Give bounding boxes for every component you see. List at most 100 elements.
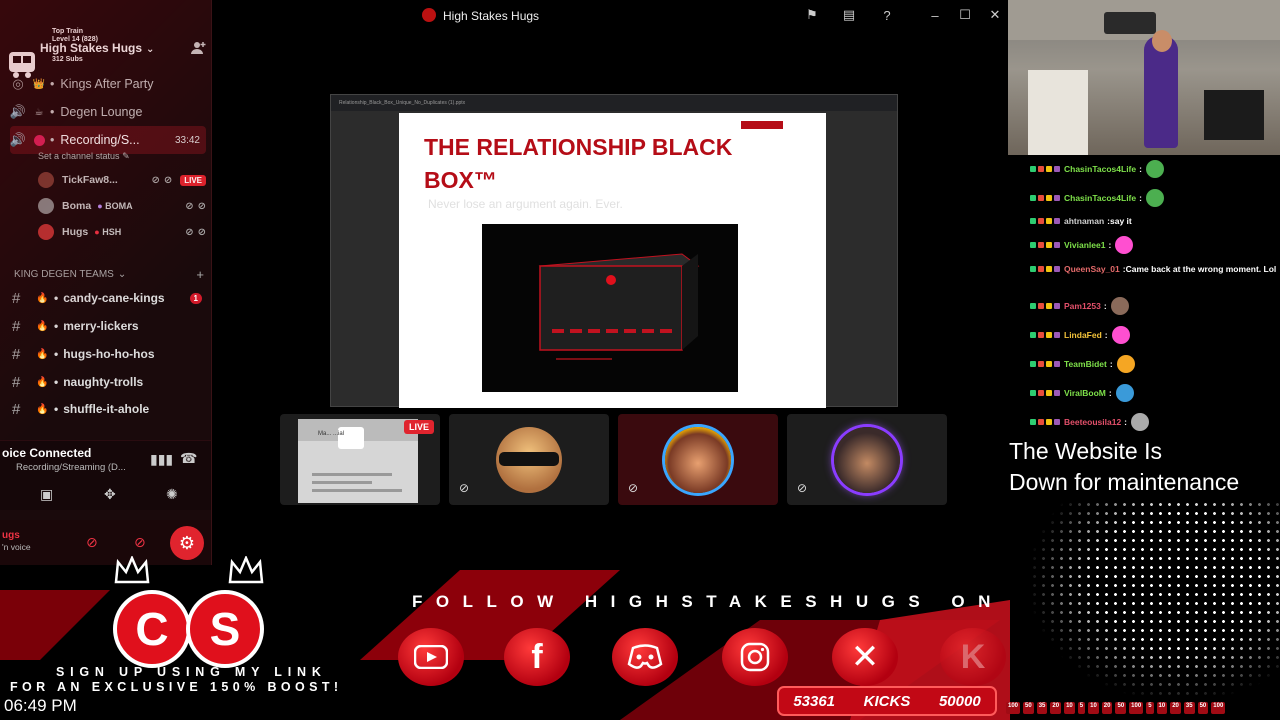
minimize-icon[interactable]: –	[927, 7, 943, 23]
badge-icon	[1054, 390, 1060, 396]
text-channel[interactable]: # 🔥 • hugs-ho-ho-hos	[12, 342, 206, 366]
participant-tile[interactable]: ⊘	[449, 414, 609, 505]
chat-message: ahtnaman: say it	[1030, 215, 1280, 228]
badge-icon	[1038, 419, 1044, 425]
badge-icon	[1046, 390, 1052, 396]
chat-username[interactable]: Pam1253	[1064, 300, 1101, 313]
x-button[interactable]: ✕	[832, 628, 898, 686]
channel-kings-after-party[interactable]: ◎ 👑 • Kings After Party	[10, 72, 206, 96]
facebook-button[interactable]: f	[504, 628, 570, 686]
server-tag: ● BOMA	[97, 201, 133, 211]
participant-tile[interactable]: ⊘	[787, 414, 947, 505]
chat-badges	[1030, 218, 1060, 224]
chat-username[interactable]: TeamBidet	[1064, 358, 1107, 371]
chat-username[interactable]: ChasinTacos4Life	[1064, 192, 1136, 205]
chat-username[interactable]: LindaFed	[1064, 329, 1102, 342]
channel-recording-streaming[interactable]: 🔊 • Recording/S... 33:42	[10, 126, 206, 154]
chat-username[interactable]: ChasinTacos4Life	[1064, 163, 1136, 176]
x-icon: ✕	[850, 638, 880, 676]
chat-badges	[1030, 266, 1060, 272]
avatar	[38, 224, 54, 240]
stream-preview: Ma... ...ial	[298, 419, 418, 503]
category-king-degen-teams[interactable]: KING DEGEN TEAMS ⌄ +	[14, 267, 204, 282]
activities-icon[interactable]: ✥	[104, 486, 116, 503]
server-name[interactable]: High Stakes Hugs ⌄	[40, 41, 154, 55]
disconnect-icon[interactable]: ☎	[180, 450, 197, 467]
screen-share-icon[interactable]: ▣	[40, 486, 53, 503]
chat-badges	[1030, 195, 1060, 201]
voice-user[interactable]: TickFaw8... ⊘ ⊘ LIVE	[38, 169, 206, 191]
ticker-value: 100	[1211, 702, 1226, 714]
badge-icon	[1054, 361, 1060, 367]
soundboard-icon[interactable]: ✺	[166, 486, 178, 503]
inbox-icon[interactable]: ▤	[841, 7, 857, 23]
chat-username[interactable]: QueenSay_01	[1064, 263, 1120, 276]
chat-badges	[1030, 419, 1060, 425]
hash-icon: #	[12, 400, 21, 418]
ticker-value: 35	[1183, 702, 1195, 714]
live-badge: LIVE	[403, 420, 434, 434]
flag-icon[interactable]: ⚑	[804, 7, 820, 23]
badge-icon	[1038, 390, 1044, 396]
set-channel-status[interactable]: Set a channel status ✎	[38, 151, 130, 162]
chat-message: Vivianlee1:	[1030, 236, 1280, 254]
instagram-button[interactable]	[722, 628, 788, 686]
maintenance-notice: The Website Is Down for maintenance	[1009, 436, 1239, 498]
youtube-button[interactable]	[398, 628, 464, 686]
add-member-icon[interactable]	[190, 40, 206, 56]
help-icon[interactable]: ?	[879, 7, 895, 23]
voice-user[interactable]: Boma ● BOMA ⊘ ⊘	[38, 195, 206, 217]
participant-tile[interactable]: ⊘	[618, 414, 778, 505]
ticker-value: 50	[1115, 702, 1127, 714]
badge-icon	[1030, 218, 1036, 224]
chat-username[interactable]: ViralBooM	[1064, 387, 1106, 400]
slide-subtitle: Never lose an argument again. Ever.	[428, 197, 623, 211]
ticker-value: 20	[1101, 702, 1113, 714]
kicks-current: 53361	[793, 692, 836, 710]
text-channel[interactable]: # 🔥 • candy-cane-kings 1	[12, 286, 206, 310]
voice-user[interactable]: Hugs ● HSH ⊘ ⊘	[38, 221, 206, 243]
text-channel[interactable]: # 🔥 • shuffle-it-ahole	[12, 397, 206, 421]
channel-degen-lounge[interactable]: 🔊 ☕ • Degen Lounge	[10, 100, 206, 124]
badge-icon	[1030, 195, 1036, 201]
mic-muted-icon[interactable]: ⊘	[86, 534, 98, 551]
hash-icon: #	[12, 373, 21, 391]
badge-icon	[1046, 195, 1052, 201]
furniture	[1204, 90, 1264, 140]
voice-channel-link[interactable]: Recording/Streaming (D...	[16, 462, 126, 473]
badge-icon	[1038, 195, 1044, 201]
participant-tile-stream[interactable]: Ma... ...ial LIVE	[280, 414, 440, 505]
discord-button[interactable]	[612, 628, 678, 686]
chat-username[interactable]: Beeteousila12	[1064, 416, 1121, 429]
chat-username[interactable]: ahtnaman	[1064, 215, 1104, 228]
gear-icon: ⚙	[178, 532, 196, 553]
text-channel[interactable]: # 🔥 • naughty-trolls	[12, 370, 206, 394]
badge-icon	[1046, 242, 1052, 248]
chat-username[interactable]: Vivianlee1	[1064, 239, 1105, 252]
badge-icon	[1030, 166, 1036, 172]
deafened-icon: ⊘	[197, 226, 206, 238]
chat-badges	[1030, 361, 1060, 367]
badge-icon	[1054, 166, 1060, 172]
text-channel[interactable]: # 🔥 • merry-lickers	[12, 314, 206, 338]
voice-user-name: Boma	[62, 200, 92, 212]
dot-pattern	[1030, 500, 1280, 700]
mic-muted-icon: ⊘	[185, 200, 194, 212]
badge-icon	[1046, 361, 1052, 367]
chat-message: ViralBooM:	[1030, 384, 1280, 402]
headset-muted-icon[interactable]: ⊘	[134, 534, 146, 551]
close-icon[interactable]: ✕	[987, 7, 1003, 23]
plus-icon[interactable]: +	[196, 267, 204, 282]
logo-s: S	[186, 590, 264, 668]
maximize-icon[interactable]: ☐	[957, 7, 973, 23]
server-tag: ● HSH	[94, 227, 122, 237]
screen-share-window[interactable]: Relationship_Black_Box_Unique_No_Duplica…	[330, 94, 898, 408]
user-settings-button[interactable]: ⚙	[170, 526, 204, 560]
signal-icon[interactable]: ▮▮▮	[150, 451, 173, 468]
chat-badges	[1030, 166, 1060, 172]
chat-message: QueenSay_01: Came back at the wrong mome…	[1030, 263, 1280, 276]
deafened-icon: ⊘	[163, 174, 173, 186]
kick-button[interactable]: K	[940, 628, 1006, 686]
server-header[interactable]: Top Train Level 14 (828) High Stakes Hug…	[0, 24, 211, 78]
mic-muted-icon: ⊘	[185, 226, 194, 238]
